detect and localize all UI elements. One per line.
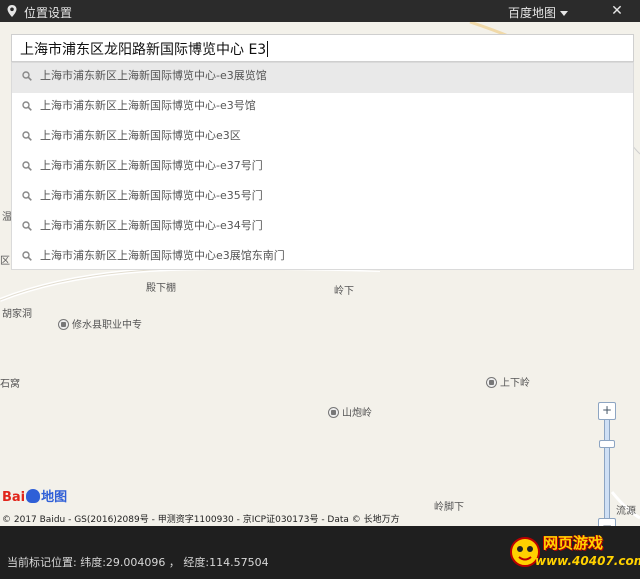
location-pin-icon — [7, 5, 17, 17]
suggestion-label: 上海市浦东新区上海新国际博览中心e3展馆东南门 — [40, 249, 285, 262]
search-input[interactable]: 上海市浦东区龙阳路新国际博览中心 E3 — [11, 34, 634, 62]
suggestion-label: 上海市浦东新区上海新国际博览中心-e3号馆 — [40, 99, 256, 112]
search-icon — [22, 131, 32, 141]
current-position-text: 当前标记位置: 纬度:29.004096 ， 经度:114.57504 — [7, 556, 269, 569]
search-input-value: 上海市浦东区龙阳路新国际博览中心 E3 — [20, 42, 267, 58]
suggestion-item[interactable]: 上海市浦东新区上海新国际博览中心-e3号馆 — [12, 93, 633, 123]
map-poi[interactable]: 山炮岭 — [328, 404, 372, 419]
zoom-slider-track[interactable] — [604, 420, 610, 524]
zoom-out-button[interactable]: − — [598, 518, 616, 526]
suggestion-item[interactable]: 上海市浦东新区上海新国际博览中心-e34号门 — [12, 213, 633, 243]
zoom-in-button[interactable]: + — [598, 402, 616, 420]
map-poi[interactable]: 上下岭 — [486, 374, 530, 389]
mountain-icon — [328, 407, 339, 418]
close-icon: ✕ — [611, 3, 623, 19]
chevron-down-icon — [560, 11, 569, 16]
map-label: 殿下棚 — [146, 283, 176, 294]
suggestion-item[interactable]: 上海市浦东新区上海新国际博览中心e3区 — [12, 123, 633, 153]
copyright-text: © 2017 Baidu - GS(2016)2089号 - 甲测资字11009… — [2, 515, 400, 525]
suggestion-list: 上海市浦东新区上海新国际博览中心-e3展览馆 上海市浦东新区上海新国际博览中心-e… — [11, 62, 634, 270]
map-label: 胡家洞 — [2, 309, 32, 320]
zoom-control: + − — [598, 402, 618, 526]
search-icon — [22, 221, 32, 231]
window-title: 位置设置 — [24, 6, 73, 20]
suggestion-item[interactable]: 上海市浦东新区上海新国际博览中心e3展馆东南门 — [12, 243, 633, 273]
text-cursor — [267, 41, 269, 57]
zoom-slider-handle[interactable] — [599, 440, 615, 448]
suggestion-label: 上海市浦东新区上海新国际博览中心-e34号门 — [40, 219, 263, 232]
map-label: 流源 — [616, 506, 636, 517]
suggestion-item[interactable]: 上海市浦东新区上海新国际博览中心-e35号门 — [12, 183, 633, 213]
map-poi[interactable]: 修水县职业中专 — [58, 316, 142, 331]
school-icon — [58, 319, 69, 330]
search-icon — [22, 161, 32, 171]
map-label: 石窝 — [0, 379, 20, 390]
suggestion-label: 上海市浦东新区上海新国际博览中心-e3展览馆 — [40, 69, 267, 82]
map-label: 岭下 — [334, 286, 354, 297]
watermark-title: 网页游戏 — [543, 534, 604, 552]
search-icon — [22, 101, 32, 111]
search-icon — [22, 71, 32, 81]
suggestion-item[interactable]: 上海市浦东新区上海新国际博览中心-e37号门 — [12, 153, 633, 183]
suggestion-label: 上海市浦东新区上海新国际博览中心-e35号门 — [40, 189, 263, 202]
search-icon — [22, 191, 32, 201]
close-button[interactable]: ✕ — [594, 0, 640, 22]
suggestion-label: 上海市浦东新区上海新国际博览中心e3区 — [40, 129, 241, 142]
baidu-logo: Bai 地图 — [2, 489, 68, 505]
suggestion-item[interactable]: 上海市浦东新区上海新国际博览中心-e3展览馆 — [12, 63, 633, 93]
title-bar: 位置设置 百度地图 ✕ — [0, 0, 640, 22]
site-watermark: 网页游戏 www.40407.com — [505, 528, 640, 578]
map-label: 岭脚下 — [434, 502, 464, 513]
search-icon — [22, 251, 32, 261]
mountain-icon — [486, 377, 497, 388]
watermark-url: www.40407.com — [535, 554, 640, 568]
map-label: 区 — [0, 256, 10, 267]
suggestion-label: 上海市浦东新区上海新国际博览中心-e37号门 — [40, 159, 263, 172]
paw-icon — [26, 489, 41, 503]
map-provider-dropdown[interactable]: 百度地图 — [508, 4, 569, 21]
map-provider-label: 百度地图 — [508, 6, 557, 20]
